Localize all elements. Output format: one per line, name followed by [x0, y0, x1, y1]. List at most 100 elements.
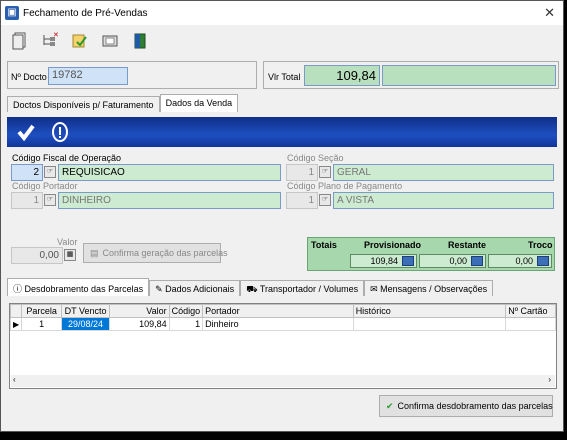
tab-desdobramento[interactable]: ⓘ Desdobramento das Parcelas [7, 278, 150, 296]
plano-label: Código Plano de Pagamento [287, 181, 403, 191]
secao-name-field: GERAL [333, 164, 554, 181]
totais-label: Totais [311, 240, 337, 250]
fiscal-name-field: REQUISICAO [58, 164, 281, 181]
valor-field[interactable]: 0,00 [11, 247, 63, 264]
fiscal-label: Código Fiscal de Operação [12, 153, 122, 163]
doc-number-field[interactable]: 19782 [48, 67, 128, 85]
col-valor[interactable]: Valor [108, 304, 170, 318]
col-codigo[interactable]: Código [168, 304, 204, 318]
cell-valor[interactable]: 109,84 [108, 317, 170, 331]
troco-calc-icon[interactable] [537, 256, 549, 266]
info-small-icon: ⓘ [13, 284, 25, 294]
edit-approve-icon[interactable] [69, 30, 91, 52]
portador-lookup-icon[interactable]: ☞ [44, 194, 56, 206]
portador-name-field: DINHEIRO [58, 192, 281, 209]
app-icon: ▣ [5, 6, 19, 20]
confirm-parcelas-button[interactable]: ▤ Confirma geração das parcelas [83, 243, 228, 263]
provisionado-label: Provisionado [364, 240, 422, 250]
col-dt-vencto[interactable]: DT Vencto [61, 304, 110, 318]
truck-icon: ⛟ [246, 284, 260, 294]
print-preview-icon[interactable] [99, 30, 121, 52]
exit-door-icon[interactable] [129, 30, 151, 52]
info-icon[interactable] [51, 122, 69, 142]
tree-remove-icon[interactable]: ✕ [39, 30, 61, 52]
tab-dados-adicionais-label: Dados Adicionais [165, 284, 235, 294]
cell-cartao[interactable] [505, 317, 556, 331]
confirm-desdobramento-label: Confirma desdobramento das parcelas [397, 401, 553, 411]
fiscal-lookup-icon[interactable]: ☞ [44, 166, 56, 178]
row-pointer-icon: ▶ [9, 317, 23, 331]
tab-desdobramento-label: Desdobramento das Parcelas [24, 284, 144, 294]
troco-field: 0,00 [488, 254, 552, 268]
col-cartao[interactable]: Nº Cartão [505, 304, 556, 318]
tab-dados-venda[interactable]: Dados da Venda [159, 94, 239, 112]
valor-calc-icon[interactable]: ▦ [64, 249, 76, 261]
total-box: Vlr Total 109,84 [263, 61, 559, 89]
cell-portador[interactable]: Dinheiro [202, 317, 354, 331]
secao-code-field[interactable]: 1 [286, 164, 318, 181]
parcelas-grid: Parcela DT Vencto Valor Código Portador … [9, 303, 557, 389]
secao-label: Código Seção [287, 153, 344, 163]
parcelas-table: Parcela DT Vencto Valor Código Portador … [9, 304, 556, 331]
plano-code-field[interactable]: 1 [286, 192, 318, 209]
portador-label: Código Portador [12, 181, 78, 191]
tab-mensagens[interactable]: ✉ Mensagens / Observações [364, 280, 494, 296]
message-icon: ✉ [370, 284, 381, 294]
col-portador[interactable]: Portador [202, 304, 354, 318]
doc-label: Nº Docto [11, 72, 47, 82]
cell-parcela[interactable]: 1 [21, 317, 63, 331]
tab-dados-adicionais[interactable]: ✎ Dados Adicionais [149, 280, 241, 296]
col-parcela[interactable]: Parcela [21, 304, 63, 318]
tab-doctos-disponiveis[interactable]: Doctos Disponíveis p/ Faturamento [7, 96, 160, 112]
toolbar: ✕ [9, 30, 151, 52]
provisionado-field: 109,84 [350, 254, 417, 268]
horizontal-scrollbar[interactable]: ‹ › [11, 375, 555, 387]
total-extra-field [382, 65, 556, 86]
row-indicator-header [9, 304, 23, 318]
restante-label: Restante [448, 240, 487, 250]
restante-field: 0,00 [419, 254, 486, 268]
total-value-field: 109,84 [304, 65, 380, 86]
troco-label: Troco [528, 240, 553, 250]
provisionado-value: 109,84 [370, 256, 398, 266]
cell-vencto[interactable]: 29/08/24 [61, 317, 110, 331]
total-label: Vlr Total [268, 72, 301, 82]
secao-lookup-icon[interactable]: ☞ [319, 166, 331, 178]
fiscal-code-field[interactable]: 2 [11, 164, 43, 181]
cell-codigo[interactable]: 1 [168, 317, 204, 331]
confirm-parcelas-icon: ▤ [90, 247, 99, 258]
plano-lookup-icon[interactable]: ☞ [319, 194, 331, 206]
portador-code-field[interactable]: 1 [11, 192, 43, 209]
document-icon[interactable] [9, 30, 31, 52]
close-icon[interactable]: ✕ [544, 5, 555, 21]
doc-box: Nº Docto 19782 [7, 61, 257, 89]
restante-calc-icon[interactable] [471, 256, 483, 266]
valor-label: Valor [57, 237, 78, 247]
totals-panel: Totais Provisionado Restante Troco 109,8… [307, 237, 555, 271]
restante-value: 0,00 [449, 256, 467, 266]
grid-header-row: Parcela DT Vencto Valor Código Portador … [9, 304, 556, 318]
tab-transportador[interactable]: ⛟ Transportador / Volumes [240, 280, 365, 296]
confirm-parcelas-label: Confirma geração das parcelas [102, 248, 228, 258]
window-title: Fechamento de Pré-Vendas [23, 7, 148, 19]
col-historico[interactable]: Histórico [352, 304, 507, 318]
main-window: ▣ Fechamento de Pré-Vendas ✕ ✕ Nº Docto … [0, 0, 564, 432]
scroll-right-icon[interactable]: › [548, 375, 551, 384]
plano-name-field: A VISTA [333, 192, 554, 209]
scroll-left-icon[interactable]: ‹ [13, 375, 16, 384]
sub-tabs: ⓘ Desdobramento das Parcelas ✎ Dados Adi… [7, 278, 494, 296]
troco-value: 0,00 [515, 256, 533, 266]
pencil-icon: ✎ [155, 284, 166, 294]
check-icon[interactable] [17, 123, 35, 141]
confirm-desdobramento-icon: ✔ [386, 400, 394, 411]
svg-text:✕: ✕ [53, 32, 59, 39]
tab-mensagens-label: Mensagens / Observações [380, 284, 488, 294]
title-bar: ▣ Fechamento de Pré-Vendas ✕ [1, 1, 563, 25]
main-tabs: Doctos Disponíveis p/ Faturamento Dados … [7, 94, 239, 112]
confirm-desdobramento-button[interactable]: ✔ Confirma desdobramento das parcelas [379, 395, 553, 417]
cell-historico[interactable] [352, 317, 507, 331]
action-bar [7, 117, 557, 147]
tab-transportador-label: Transportador / Volumes [259, 284, 359, 294]
table-row[interactable]: ▶ 1 29/08/24 109,84 1 Dinheiro [9, 317, 556, 331]
provisionado-calc-icon[interactable] [402, 256, 414, 266]
